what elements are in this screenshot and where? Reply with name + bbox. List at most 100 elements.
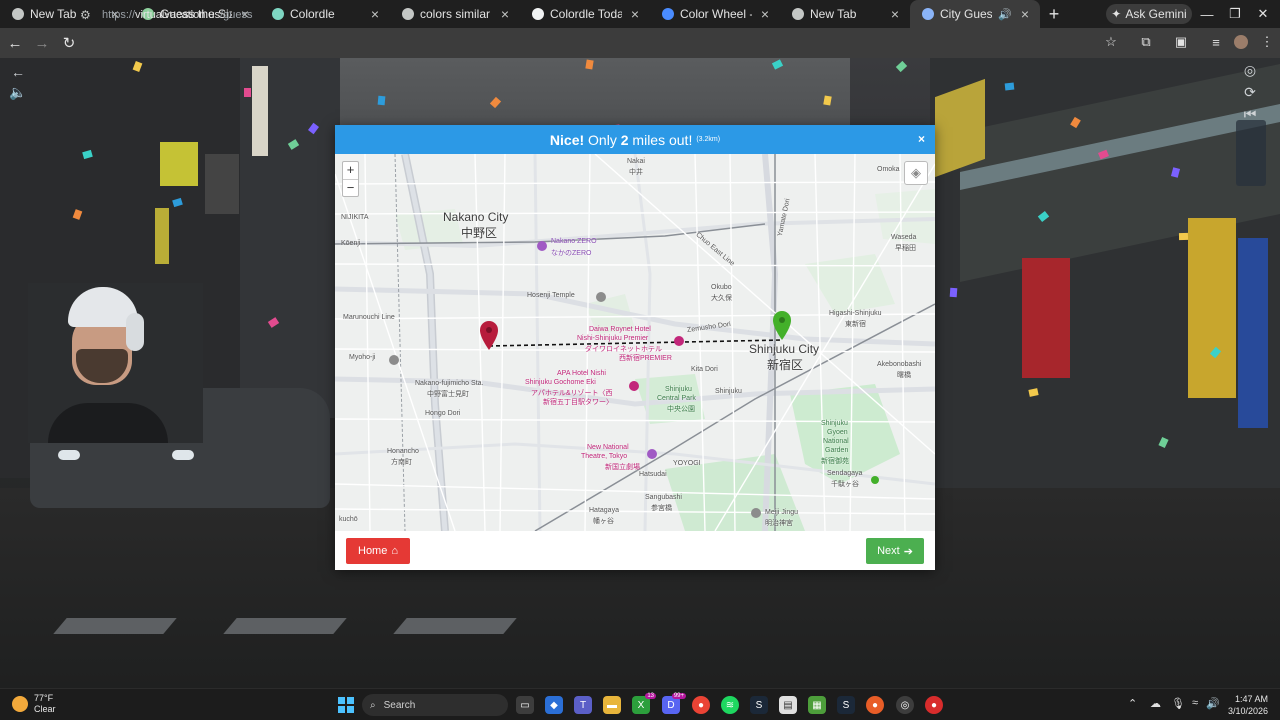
- map-label: kuchō: [339, 516, 358, 523]
- discord-icon[interactable]: D 99+: [662, 693, 686, 714]
- map-label: Myoho-ji: [349, 354, 376, 361]
- map-label: Hosenji Temple: [527, 292, 575, 299]
- result-only: Only: [584, 131, 621, 148]
- obs-icon[interactable]: ◎: [896, 696, 914, 714]
- minecraft-icon[interactable]: ▦: [808, 696, 826, 714]
- clock-date: 3/10/2026: [1227, 706, 1268, 716]
- zoom-in-button[interactable]: +: [343, 162, 358, 179]
- windows-start-icon[interactable]: [338, 697, 354, 713]
- map-label: Okubo: [711, 284, 732, 291]
- weather-widget[interactable]: 77°F Clear: [12, 693, 56, 715]
- chrome-icon[interactable]: ●: [692, 696, 710, 714]
- confetti-piece: [1178, 232, 1189, 241]
- profile-avatar[interactable]: [1230, 31, 1252, 53]
- xbox-icon[interactable]: X 13: [632, 693, 656, 714]
- map-label: YOYOGI: [673, 460, 701, 467]
- map-label: 曙橋: [897, 372, 911, 379]
- teams-icon[interactable]: T: [574, 696, 592, 714]
- mic-icon[interactable]: 🎙: [1171, 697, 1185, 710]
- address-bar[interactable]: ⚙ https://virtualvacation.us/guess: [80, 3, 1120, 27]
- volume-icon[interactable]: 🔊: [1206, 697, 1220, 710]
- map-label: 新宿五丁目駅タワー〉: [543, 399, 613, 406]
- spotify-icon[interactable]: ≋: [721, 696, 739, 714]
- map-label: Nakano-fujimicho Sta.: [415, 380, 484, 387]
- red-banner: [1022, 258, 1070, 378]
- home-icon: ⌂: [391, 545, 398, 557]
- close-icon[interactable]: ×: [918, 132, 925, 146]
- map-label: Hatsudai: [639, 471, 667, 478]
- zoom-control: + −: [342, 161, 359, 197]
- home-button[interactable]: Home ⌂: [346, 538, 410, 564]
- map-label: Sangubashi: [645, 494, 682, 501]
- rewind-icon[interactable]: ⏮: [1238, 104, 1262, 124]
- weather-temp: 77°F: [34, 693, 54, 703]
- task-view-icon[interactable]: ▭: [516, 696, 534, 714]
- layers-icon[interactable]: ◈: [904, 161, 928, 185]
- cloud-icon[interactable]: ☁: [1150, 697, 1161, 710]
- browser-toolbar: ← → ↻: [0, 28, 1280, 58]
- wifi-icon[interactable]: ≈: [1192, 697, 1198, 709]
- confetti-piece: [377, 95, 386, 106]
- ask-gemini-label: Ask Gemini: [1125, 7, 1187, 21]
- map-label: Nakano ZERO: [551, 238, 597, 245]
- arrow-right-icon: ➔: [903, 545, 913, 558]
- map-label: Marunouchi Line: [343, 314, 395, 321]
- blue-flag: [1238, 238, 1268, 428]
- map-label: Shinjuku City: [749, 342, 820, 356]
- copilot-icon[interactable]: ◆: [545, 696, 563, 714]
- result-map[interactable]: + − ◈ Nakano City 中野区 Shinjuku City 新宿区 …: [335, 154, 935, 531]
- weather-sun-icon: [12, 696, 28, 712]
- star-icon[interactable]: ☆: [1100, 31, 1122, 53]
- menu-icon[interactable]: ⋮: [1256, 31, 1278, 53]
- search-label: Search: [383, 699, 416, 711]
- window-close-icon[interactable]: ✕: [1246, 0, 1280, 28]
- result-miles-out: miles out!: [628, 131, 693, 148]
- site-info-icon[interactable]: ⚙: [80, 8, 102, 22]
- map-label: Nakano City: [443, 210, 509, 224]
- map-label: Meiji Jingu: [765, 509, 799, 516]
- steam-2-icon[interactable]: S: [837, 696, 855, 714]
- map-label: Waseda: [891, 234, 917, 241]
- extensions-icon[interactable]: ⧉: [1135, 31, 1157, 53]
- refresh-icon[interactable]: ⟳: [1238, 82, 1262, 102]
- result-miles: 2: [620, 131, 629, 148]
- map-label: Garden: [825, 447, 849, 454]
- map-label: Kōenji: [341, 240, 361, 247]
- vertical-yellow-sign: [155, 208, 169, 264]
- map-label: Central Park: [657, 395, 696, 402]
- reload-icon[interactable]: ↻: [57, 31, 81, 55]
- map-label: Omoka: [877, 166, 900, 173]
- headphones: [126, 313, 144, 351]
- search-icon: ⌕: [370, 699, 376, 711]
- sidepanel-icon[interactable]: ▣: [1170, 31, 1192, 53]
- confetti-piece: [1004, 82, 1015, 91]
- media-icon[interactable]: ≡: [1205, 31, 1227, 53]
- zoom-out-button[interactable]: −: [343, 179, 358, 196]
- back-icon[interactable]: ←: [3, 31, 27, 55]
- result-header: Nice! Only 2 miles out! (3.2km): [335, 125, 935, 154]
- map-label: NIJIKITA: [341, 214, 369, 221]
- store-icon[interactable]: ▤: [779, 696, 797, 714]
- map-label: 大久保: [711, 295, 732, 302]
- taskbar-search[interactable]: ⌕ Search: [362, 694, 508, 716]
- url-path: /guess: [220, 9, 253, 21]
- map-label: Shinjuku: [665, 386, 692, 393]
- map-label: Shinjuku Gochome Eki: [525, 379, 596, 386]
- tab-favicon-icon: [12, 8, 24, 20]
- speaker-icon[interactable]: 🔈: [6, 82, 30, 102]
- map-label: 早稲田: [895, 245, 916, 252]
- app-red-icon[interactable]: ●: [925, 696, 943, 714]
- map-label: Hongo Dori: [425, 410, 461, 417]
- file-explorer-icon[interactable]: ▬: [603, 696, 621, 714]
- forward-icon[interactable]: →: [30, 31, 54, 55]
- app-orange-icon[interactable]: ●: [866, 696, 884, 714]
- compass-icon[interactable]: ◎: [1238, 60, 1262, 80]
- back-arrow-icon[interactable]: ←: [6, 62, 30, 82]
- map-label: 新宿区: [767, 358, 804, 372]
- tray-chevron-icon[interactable]: ⌃: [1128, 697, 1137, 710]
- steam-icon[interactable]: S: [750, 696, 768, 714]
- system-clock[interactable]: 1:47 AM 3/10/2026: [1222, 693, 1268, 717]
- map-label: Shinjuku: [715, 388, 742, 395]
- next-button[interactable]: Next ➔: [866, 538, 924, 564]
- map-label: Gyoen: [827, 429, 848, 436]
